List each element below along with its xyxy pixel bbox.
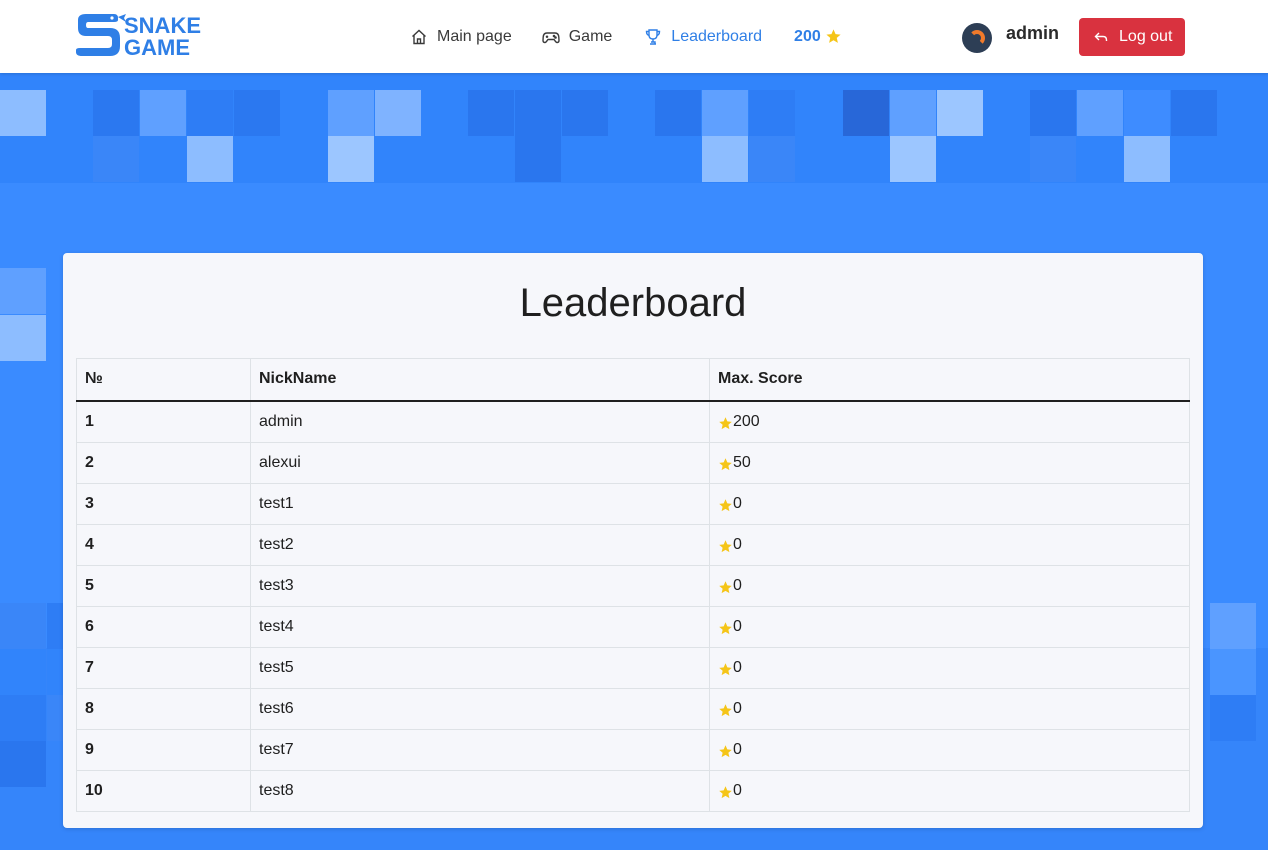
table-row: 8 test6 0 <box>76 687 1190 730</box>
table-row: 9 test7 0 <box>76 728 1190 771</box>
logout-button[interactable]: Log out <box>1079 17 1186 56</box>
row-nickname: test5 <box>250 646 710 689</box>
row-nickname: test6 <box>250 687 710 730</box>
column-header-nickname: NickName <box>250 358 710 402</box>
row-rank: 7 <box>76 646 251 689</box>
row-score-value: 200 <box>733 412 760 430</box>
row-score-value: 0 <box>733 781 742 799</box>
row-score-value: 0 <box>733 494 742 512</box>
row-max-score: 0 <box>709 523 1190 566</box>
row-rank: 2 <box>76 441 251 484</box>
leaderboard-rows: 1 admin 200 2 alexui 50 3 test1 0 4 test2 0 5 test3 0 6… <box>76 400 1190 812</box>
star-icon <box>719 744 732 757</box>
user-score-value: 200 <box>794 27 821 45</box>
nav-leaderboard[interactable]: Leaderboard <box>644 28 762 46</box>
row-max-score: 0 <box>709 564 1190 607</box>
row-score-value: 0 <box>733 699 742 717</box>
logout-label: Log out <box>1119 27 1173 45</box>
table-row: 1 admin 200 <box>76 400 1190 443</box>
star-icon <box>826 29 841 43</box>
star-icon <box>719 416 732 429</box>
table-header-row: № NickName Max. Score <box>76 358 1190 402</box>
row-rank: 1 <box>76 400 251 443</box>
main-nav: Main page Game Leaderboard 200 <box>410 0 842 73</box>
row-max-score: 200 <box>709 400 1190 443</box>
row-max-score: 0 <box>709 769 1190 812</box>
row-max-score: 0 <box>709 605 1190 648</box>
row-nickname: test8 <box>250 769 710 812</box>
row-score-value: 0 <box>733 617 742 635</box>
page-title: Leaderboard <box>519 281 747 325</box>
star-icon <box>719 539 732 552</box>
row-max-score: 0 <box>709 728 1190 771</box>
trophy-icon <box>646 28 661 45</box>
row-nickname: test2 <box>250 523 710 566</box>
leaderboard-card: Leaderboard № NickName Max. Score 1 admin… <box>63 253 1203 828</box>
row-rank: 6 <box>76 605 251 648</box>
table-row: 5 test3 0 <box>76 564 1190 607</box>
row-nickname: test1 <box>250 482 710 525</box>
leaderboard-table: № NickName Max. Score 1 admin 200 2 alexui 50… <box>76 358 1190 812</box>
row-max-score: 50 <box>709 441 1190 484</box>
table-row: 10 test8 0 <box>76 769 1190 812</box>
user-area: admin Log out <box>962 0 1186 73</box>
row-rank: 3 <box>76 482 251 525</box>
row-rank: 10 <box>76 769 251 812</box>
row-rank: 5 <box>76 564 251 607</box>
star-icon <box>719 621 732 634</box>
table-row: 7 test5 0 <box>76 646 1190 689</box>
username: admin <box>1006 23 1060 43</box>
row-score-value: 0 <box>733 535 742 553</box>
row-max-score: 0 <box>709 646 1190 689</box>
row-max-score: 0 <box>709 687 1190 730</box>
row-rank: 4 <box>76 523 251 566</box>
star-icon <box>719 785 732 798</box>
nav-main-page-label: Main page <box>437 27 512 45</box>
row-score-value: 0 <box>733 740 742 758</box>
nav-game[interactable]: Game <box>542 27 613 46</box>
row-nickname: test3 <box>250 564 710 607</box>
gamepad-icon <box>542 31 560 43</box>
home-icon <box>412 29 426 44</box>
table-row: 6 test4 0 <box>76 605 1190 648</box>
star-icon <box>719 580 732 593</box>
nav-game-label: Game <box>568 27 613 45</box>
star-icon <box>719 457 732 470</box>
row-score-value: 50 <box>733 453 751 471</box>
table-row: 4 test2 0 <box>76 523 1190 566</box>
logo-text-game: GAME <box>124 35 190 58</box>
table-row: 3 test1 0 <box>76 482 1190 525</box>
row-max-score: 0 <box>709 482 1190 525</box>
row-score-value: 0 <box>733 658 742 676</box>
row-score-value: 0 <box>733 576 742 594</box>
star-icon <box>719 662 732 675</box>
row-nickname: admin <box>250 400 710 443</box>
navbar: SNAKE GAME Main page Game Leaderboard 20… <box>0 0 1268 73</box>
nav-leaderboard-label: Leaderboard <box>671 27 763 45</box>
nav-main-page[interactable]: Main page <box>410 28 512 46</box>
table-row: 2 alexui 50 <box>76 441 1190 484</box>
row-rank: 9 <box>76 728 251 771</box>
row-nickname: test7 <box>250 728 710 771</box>
row-nickname: alexui <box>250 441 710 484</box>
star-icon <box>719 703 732 716</box>
avatar[interactable] <box>962 22 992 53</box>
user-score: 200 <box>794 28 842 46</box>
snake-game-logo[interactable]: SNAKE GAME <box>74 12 216 58</box>
row-nickname: test4 <box>250 605 710 648</box>
logout-icon <box>1094 32 1108 41</box>
column-header-rank: № <box>76 358 251 402</box>
star-icon <box>719 498 732 511</box>
column-header-max-score: Max. Score <box>709 358 1190 402</box>
row-rank: 8 <box>76 687 251 730</box>
